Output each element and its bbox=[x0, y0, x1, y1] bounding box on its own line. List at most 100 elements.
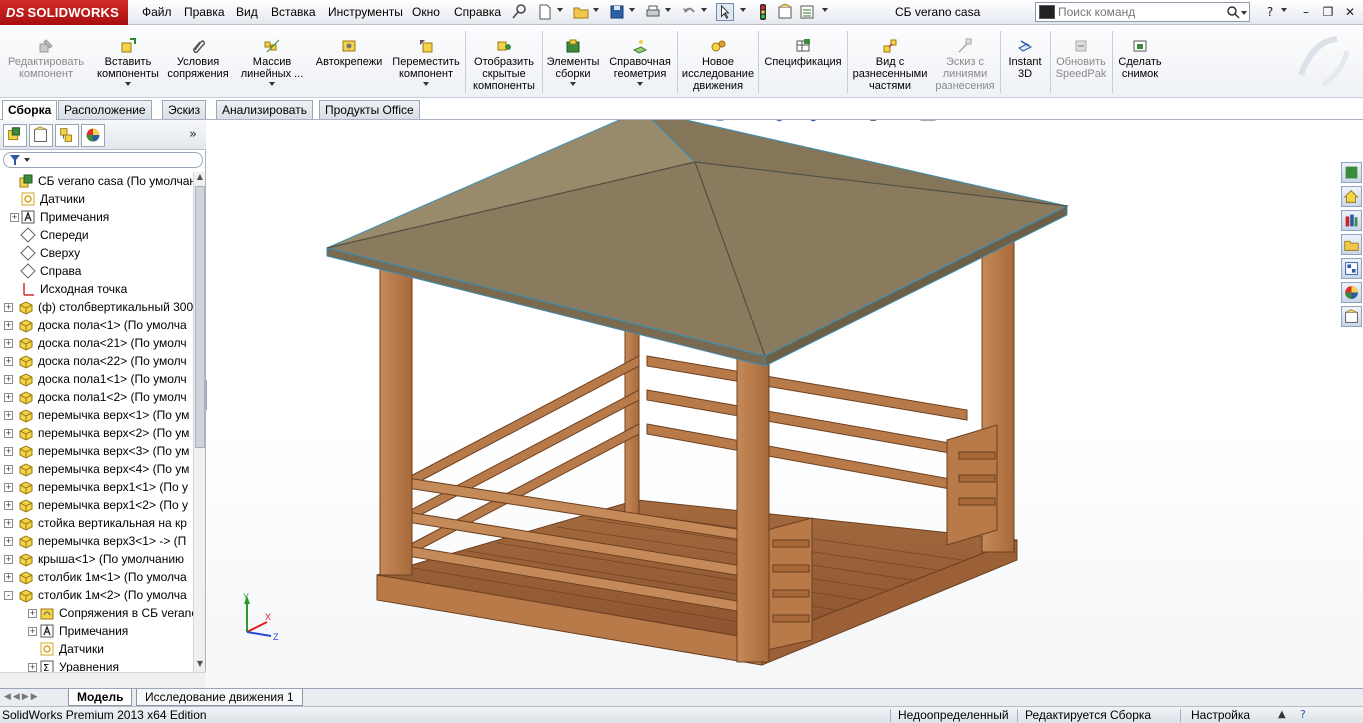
tab-office-products[interactable]: Продукты Office bbox=[319, 100, 420, 119]
help-question-icon[interactable]: ? bbox=[1262, 4, 1278, 20]
insert-components-button[interactable]: Вставить компоненты bbox=[92, 25, 164, 98]
expand-icon[interactable]: + bbox=[4, 519, 13, 528]
linear-pattern-dropdown-icon[interactable] bbox=[269, 82, 275, 86]
move-component-button[interactable]: Переместить компонент bbox=[388, 25, 464, 98]
tree-item[interactable]: + перемычка верх<3> (По ум bbox=[0, 442, 193, 460]
expand-icon[interactable]: + bbox=[10, 213, 19, 222]
custom-properties-icon[interactable] bbox=[1341, 306, 1362, 327]
tree-item[interactable]: + Примечания bbox=[0, 622, 193, 640]
tree-item[interactable]: + доска пола<1> (По умолча bbox=[0, 316, 193, 334]
bom-button[interactable]: Спецификация bbox=[760, 25, 846, 98]
tree-item[interactable]: - столбик 1м<2> (По умолча bbox=[0, 586, 193, 604]
options-dropdown-icon[interactable] bbox=[822, 8, 828, 12]
expand-icon[interactable]: + bbox=[4, 483, 13, 492]
collapse-icon[interactable]: - bbox=[4, 591, 13, 600]
command-search-input[interactable] bbox=[1058, 4, 1218, 20]
menu-view[interactable]: Вид bbox=[236, 5, 258, 19]
expand-icon[interactable]: + bbox=[4, 339, 13, 348]
filter-dropdown-icon[interactable] bbox=[24, 158, 30, 162]
restore-button[interactable]: ❐ bbox=[1320, 4, 1336, 20]
tree-item[interactable]: + перемычка верх<2> (По ум bbox=[0, 424, 193, 442]
take-snapshot-button[interactable]: Сделать снимок bbox=[1114, 25, 1166, 98]
feature-tree-tab-icon[interactable] bbox=[3, 124, 27, 147]
expand-icon[interactable]: + bbox=[4, 411, 13, 420]
tree-item[interactable]: + столбик 1м<1> (По умолча bbox=[0, 568, 193, 586]
pin-icon[interactable] bbox=[510, 3, 528, 21]
menu-window[interactable]: Окно bbox=[412, 5, 440, 19]
tree-item[interactable]: + стойка вертикальная на кр bbox=[0, 514, 193, 532]
tree-item[interactable]: Исходная точка bbox=[0, 280, 193, 298]
expand-icon[interactable]: + bbox=[4, 321, 13, 330]
configuration-manager-tab-icon[interactable] bbox=[55, 124, 79, 147]
menu-file[interactable]: Файл bbox=[142, 5, 172, 19]
save-icon[interactable] bbox=[608, 3, 626, 21]
insert-components-dropdown-icon[interactable] bbox=[125, 82, 131, 86]
appearances-icon[interactable] bbox=[1341, 282, 1362, 303]
tree-item[interactable]: + доска пола1<2> (По умолч bbox=[0, 388, 193, 406]
display-manager-tab-icon[interactable] bbox=[81, 124, 105, 147]
print-dropdown-icon[interactable] bbox=[665, 8, 671, 12]
filter-funnel-icon[interactable] bbox=[9, 154, 21, 166]
save-dropdown-icon[interactable] bbox=[629, 8, 635, 12]
new-document-icon[interactable] bbox=[536, 3, 554, 21]
tree-item[interactable]: + доска пола1<1> (По умолч bbox=[0, 370, 193, 388]
tree-filter[interactable] bbox=[3, 152, 203, 168]
search-dropdown-icon[interactable] bbox=[1241, 11, 1247, 15]
assembly-features-button[interactable]: Элементы сборки bbox=[544, 25, 602, 98]
expand-icon[interactable]: + bbox=[28, 609, 37, 618]
tree-item[interactable]: + перемычка верх1<2> (По у bbox=[0, 496, 193, 514]
select-dropdown-icon[interactable] bbox=[740, 8, 746, 12]
tab-sketch[interactable]: Эскиз bbox=[162, 100, 207, 119]
scroll-up-icon[interactable]: ▲ bbox=[195, 172, 205, 184]
file-properties-icon[interactable] bbox=[776, 3, 794, 21]
tree-item[interactable]: + перемычка верх<1> (По ум bbox=[0, 406, 193, 424]
help-dropdown-icon[interactable] bbox=[1281, 8, 1287, 12]
command-search[interactable] bbox=[1035, 2, 1250, 22]
menu-edit[interactable]: Правка bbox=[184, 5, 225, 19]
file-explorer-icon[interactable] bbox=[1341, 234, 1362, 255]
tree-item[interactable]: + перемычка верх3<1> -> (П bbox=[0, 532, 193, 550]
select-cursor-icon[interactable] bbox=[716, 3, 734, 21]
show-hidden-components-button[interactable]: Отобразить скрытые компоненты bbox=[467, 25, 541, 98]
open-dropdown-icon[interactable] bbox=[593, 8, 599, 12]
minimize-button[interactable]: – bbox=[1298, 4, 1314, 20]
home-icon[interactable] bbox=[1341, 186, 1362, 207]
scroll-thumb[interactable] bbox=[195, 186, 205, 448]
expand-icon[interactable]: + bbox=[4, 303, 13, 312]
tree-horizontal-scrollbar[interactable] bbox=[0, 672, 206, 688]
tree-item[interactable]: + перемычка верх<4> (По ум bbox=[0, 460, 193, 478]
expand-icon[interactable]: + bbox=[4, 393, 13, 402]
instant3d-button[interactable]: Instant 3D bbox=[1002, 25, 1048, 98]
gazebo-model[interactable] bbox=[207, 120, 1363, 688]
linear-pattern-button[interactable]: Массив линейных ... bbox=[234, 25, 310, 98]
quick-tips-icon[interactable]: ? bbox=[1300, 708, 1306, 721]
new-motion-study-button[interactable]: Новое исследование движения bbox=[679, 25, 757, 98]
rebuild-traffic-light-icon[interactable] bbox=[754, 3, 772, 21]
property-manager-tab-icon[interactable] bbox=[29, 124, 53, 147]
expand-icon[interactable]: + bbox=[4, 537, 13, 546]
expand-icon[interactable]: + bbox=[28, 663, 37, 672]
update-speedpak-button[interactable]: Обновить SpeedPak bbox=[1052, 25, 1110, 98]
tab-layout[interactable]: Расположение bbox=[58, 100, 152, 119]
expand-icon[interactable]: + bbox=[4, 465, 13, 474]
scroll-down-icon[interactable]: ▼ bbox=[195, 659, 205, 671]
tree-item[interactable]: + перемычка верх1<1> (По у bbox=[0, 478, 193, 496]
tree-item[interactable]: Сверху bbox=[0, 244, 193, 262]
expand-icon[interactable]: + bbox=[28, 627, 37, 636]
expand-icon[interactable]: + bbox=[4, 375, 13, 384]
tree-item[interactable]: Датчики bbox=[0, 640, 193, 658]
tree-item[interactable]: + (ф) столбвертикальный 300 bbox=[0, 298, 193, 316]
tree-item[interactable]: Спереди bbox=[0, 226, 193, 244]
expand-icon[interactable]: + bbox=[4, 447, 13, 456]
settings-up-arrow-icon[interactable]: ▲ bbox=[1278, 709, 1286, 720]
design-library-icon[interactable] bbox=[1341, 210, 1362, 231]
print-icon[interactable] bbox=[644, 3, 662, 21]
options-icon[interactable] bbox=[798, 3, 816, 21]
search-icon[interactable] bbox=[1226, 5, 1240, 19]
edit-component-button[interactable]: Редактировать компонент bbox=[2, 25, 90, 98]
solidworks-logo[interactable]: DS SOLIDWORKS bbox=[0, 0, 128, 25]
mate-button[interactable]: Условия сопряжения bbox=[164, 25, 232, 98]
exploded-view-button[interactable]: Вид с разнесенными частями bbox=[849, 25, 931, 98]
tree-item[interactable]: Справа bbox=[0, 262, 193, 280]
tree-item[interactable]: + доска пола<21> (По умолч bbox=[0, 334, 193, 352]
